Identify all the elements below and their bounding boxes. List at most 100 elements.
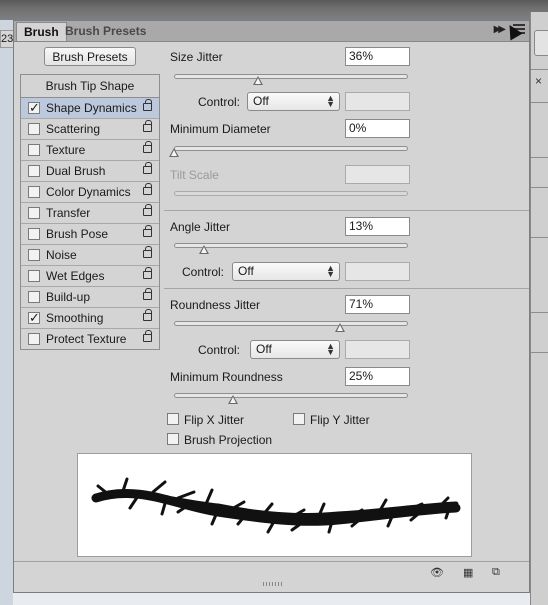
checkbox[interactable] <box>28 207 40 219</box>
angle-control-label: Control: <box>182 265 225 279</box>
new-preset-icon[interactable]: ⧉ <box>492 566 500 579</box>
option-shape-dynamics[interactable]: ✓ Shape Dynamics <box>21 98 159 119</box>
angle-control-select[interactable]: Off ▲ ▼ <box>232 262 340 281</box>
size-control-label: Control: <box>198 95 241 109</box>
checkbox[interactable] <box>28 270 40 282</box>
updown-arrows-icon: ▲ ▼ <box>326 93 335 109</box>
minimum-roundness-field[interactable]: 25% <box>345 367 410 386</box>
angle-control-extra-field <box>345 262 410 281</box>
section-divider <box>164 210 529 211</box>
panel-footer-divider <box>14 561 529 562</box>
option-wet-edges[interactable]: Wet Edges <box>21 266 159 287</box>
option-dual-brush[interactable]: Dual Brush <box>21 161 159 182</box>
lock-icon[interactable] <box>143 183 152 195</box>
checkbox[interactable] <box>28 291 40 303</box>
grid-icon[interactable]: ▦ <box>463 566 473 579</box>
option-label: Texture <box>46 143 86 157</box>
option-label: Shape Dynamics <box>46 101 137 115</box>
brush-projection-checkbox[interactable] <box>167 433 179 445</box>
checkbox-checked-icon[interactable]: ✓ <box>28 311 40 324</box>
angle-jitter-slider-thumb[interactable] <box>199 245 210 254</box>
flip-x-jitter-checkbox[interactable] <box>167 413 179 425</box>
lock-icon[interactable] <box>143 288 152 300</box>
option-label: Color Dynamics <box>46 185 131 199</box>
checkbox[interactable] <box>28 186 40 198</box>
minimum-roundness-label: Minimum Roundness <box>170 370 283 384</box>
option-label: Noise <box>46 248 77 262</box>
lock-icon[interactable] <box>143 246 152 258</box>
option-label: Transfer <box>46 206 91 220</box>
lock-icon[interactable] <box>143 309 152 321</box>
option-label: Smoothing <box>46 311 104 325</box>
roundness-jitter-slider[interactable] <box>174 321 408 326</box>
brush-stroke-preview <box>77 453 472 557</box>
lock-icon[interactable] <box>143 120 152 132</box>
minimum-roundness-slider[interactable] <box>174 393 408 398</box>
option-texture[interactable]: Texture <box>21 140 159 161</box>
lock-icon[interactable] <box>143 204 152 216</box>
select-value: Off <box>253 94 269 108</box>
tilt-scale-label: Tilt Scale <box>170 168 219 182</box>
roundness-jitter-field[interactable]: 71% <box>345 295 410 314</box>
checkbox[interactable] <box>28 144 40 156</box>
lock-icon[interactable] <box>143 225 152 237</box>
option-brush-pose[interactable]: Brush Pose <box>21 224 159 245</box>
minimum-roundness-slider-thumb[interactable] <box>227 395 238 404</box>
collapse-icon[interactable]: ▶▶ <box>494 24 507 35</box>
option-label: Dual Brush <box>46 164 106 178</box>
checkbox-checked-icon[interactable]: ✓ <box>28 101 40 114</box>
size-jitter-slider[interactable] <box>174 74 408 79</box>
minimum-diameter-field[interactable]: 0% <box>345 119 410 138</box>
option-noise[interactable]: Noise <box>21 245 159 266</box>
updown-arrows-icon: ▲ ▼ <box>326 263 335 279</box>
checkbox[interactable] <box>28 333 40 345</box>
checkbox[interactable] <box>28 165 40 177</box>
lock-icon[interactable] <box>143 141 152 153</box>
option-label: Wet Edges <box>46 269 105 283</box>
option-color-dynamics[interactable]: Color Dynamics <box>21 182 159 203</box>
size-jitter-field[interactable]: 36% <box>345 47 410 66</box>
size-jitter-slider-thumb[interactable] <box>253 76 264 85</box>
flip-y-jitter-checkbox[interactable] <box>293 413 305 425</box>
brush-panel: Brush Brush Presets ▶▶ Brush Presets Bru… <box>13 20 530 593</box>
select-value: Off <box>238 264 254 278</box>
size-jitter-label: Size Jitter <box>170 50 223 64</box>
checkbox[interactable] <box>28 123 40 135</box>
option-build-up[interactable]: Build-up <box>21 287 159 308</box>
option-scattering[interactable]: Scattering <box>21 119 159 140</box>
minimum-diameter-label: Minimum Diameter <box>170 122 271 136</box>
background-canvas-strip <box>0 20 13 605</box>
angle-jitter-label: Angle Jitter <box>170 220 231 234</box>
minimum-diameter-slider[interactable] <box>174 146 408 151</box>
angle-jitter-field[interactable]: 13% <box>345 217 410 236</box>
brush-presets-button[interactable]: Brush Presets <box>44 47 136 66</box>
option-smoothing[interactable]: ✓ Smoothing <box>21 308 159 329</box>
resize-grip[interactable] <box>263 582 283 586</box>
roundness-jitter-label: Roundness Jitter <box>170 298 261 312</box>
roundness-control-select[interactable]: Off ▲ ▼ <box>250 340 340 359</box>
brush-projection-label: Brush Projection <box>184 433 273 447</box>
minimum-diameter-slider-thumb[interactable] <box>169 148 179 157</box>
select-value: Off <box>256 342 272 356</box>
option-transfer[interactable]: Transfer <box>21 203 159 224</box>
lock-icon[interactable] <box>143 99 152 111</box>
tab-brush-presets[interactable]: Brush Presets <box>58 22 153 41</box>
option-label: Brush Pose <box>46 227 109 241</box>
option-label: Build-up <box>46 290 91 304</box>
lock-icon[interactable] <box>143 267 152 279</box>
dock-tile-icon[interactable] <box>534 30 548 56</box>
brush-stroke-image <box>91 477 461 534</box>
checkbox[interactable] <box>28 228 40 240</box>
dock-close-icon[interactable]: × <box>535 74 542 88</box>
roundness-jitter-slider-thumb[interactable] <box>335 323 346 332</box>
checkbox[interactable] <box>28 249 40 261</box>
lock-icon[interactable] <box>143 330 152 342</box>
brush-tip-shape-item[interactable]: Brush Tip Shape <box>21 75 159 98</box>
eye-brush-icon[interactable]: 👁 <box>430 566 444 579</box>
option-protect-texture[interactable]: Protect Texture <box>21 329 159 350</box>
brush-options-list: Brush Tip Shape ✓ Shape Dynamics Scatter… <box>20 74 160 350</box>
right-dock-strip: × <box>530 12 548 605</box>
size-control-select[interactable]: Off ▲ ▼ <box>247 92 340 111</box>
lock-icon[interactable] <box>143 162 152 174</box>
tilt-scale-slider <box>174 191 408 196</box>
